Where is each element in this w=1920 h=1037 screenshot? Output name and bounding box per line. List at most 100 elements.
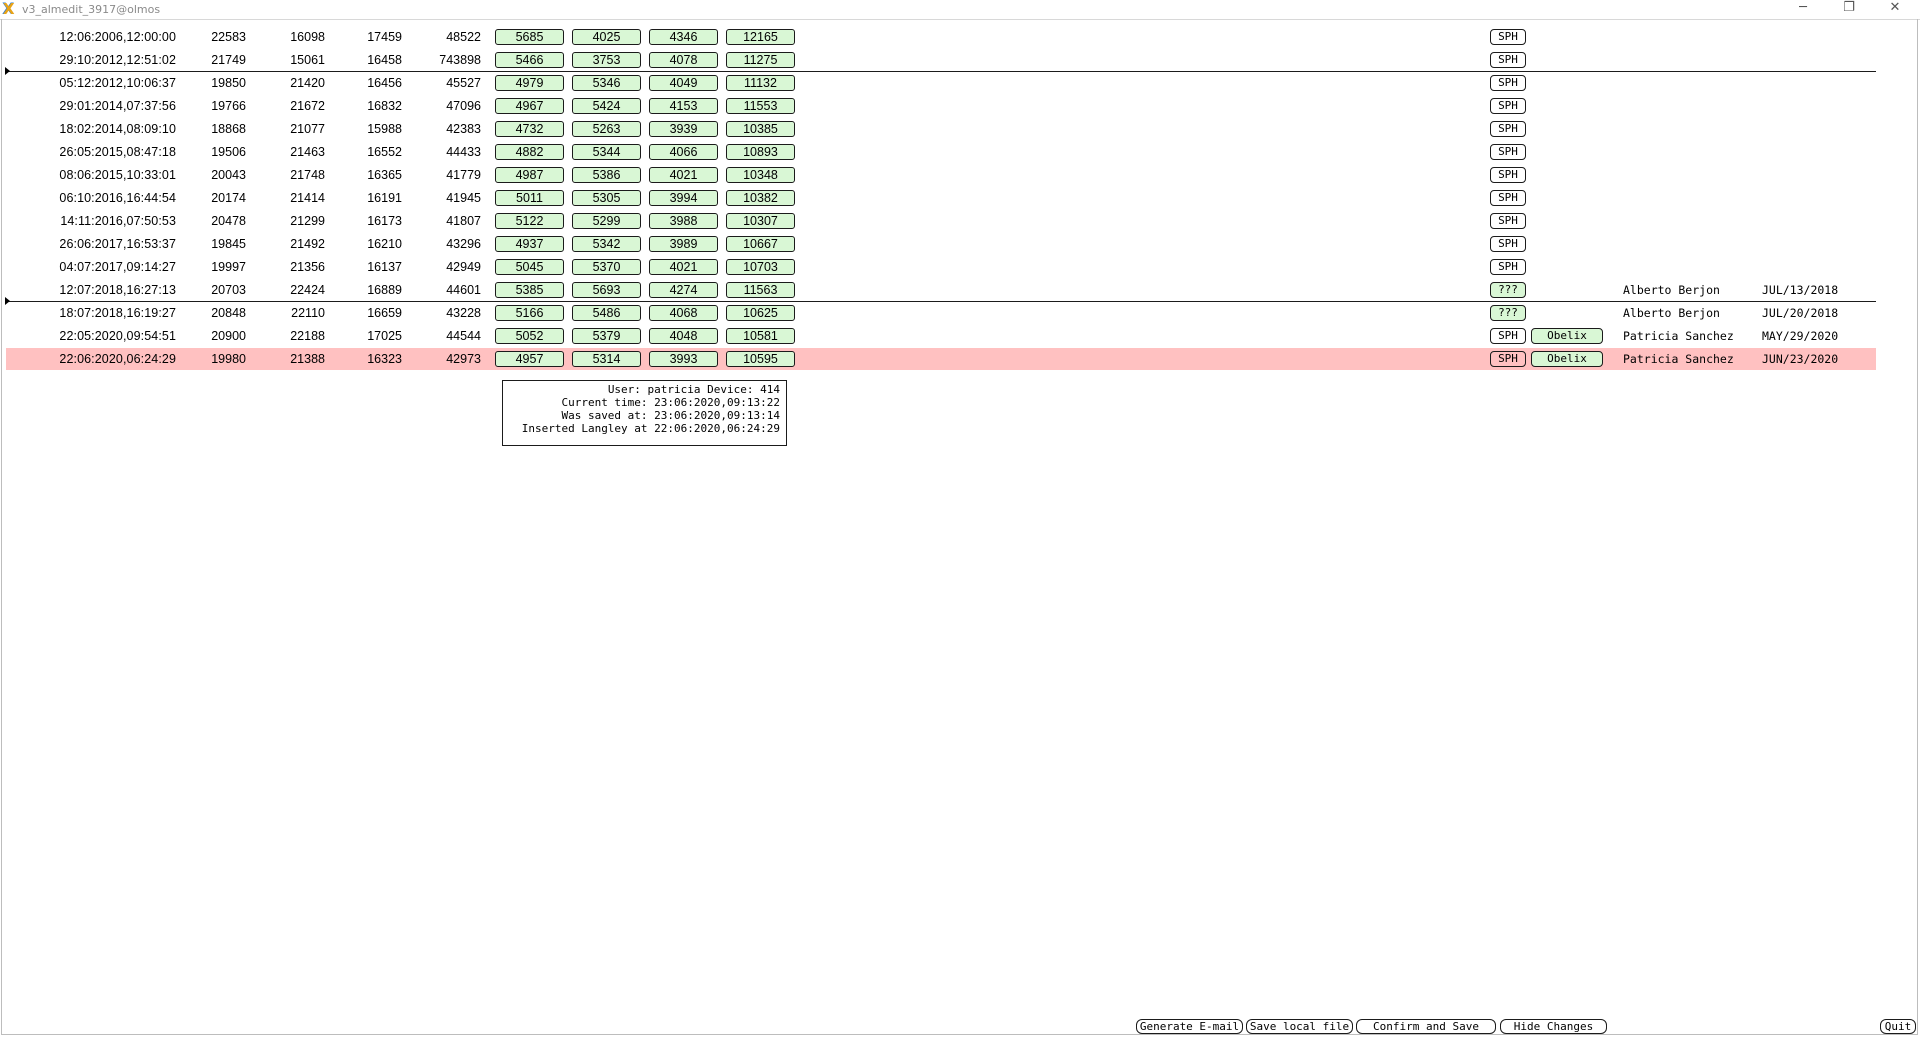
- channel-3-button[interactable]: 4153: [649, 98, 718, 114]
- channel-3-button[interactable]: 4068: [649, 305, 718, 321]
- table-row[interactable]: 08:06:2015,10:33:01 20043 21748 16365 41779 4…: [6, 164, 1876, 186]
- obelix-button[interactable]: Obelix: [1531, 351, 1603, 367]
- table-row[interactable]: 18:07:2018,16:19:27 20848 22110 16659 43228 5…: [6, 302, 1876, 324]
- sph-button[interactable]: SPH: [1490, 328, 1526, 344]
- channel-4-button[interactable]: 12165: [726, 29, 795, 45]
- channel-1-button[interactable]: 5466: [495, 52, 564, 68]
- channel-3-button[interactable]: 4066: [649, 144, 718, 160]
- channel-4-button[interactable]: 11563: [726, 282, 795, 298]
- sph-button[interactable]: SPH: [1490, 259, 1526, 275]
- sph-button[interactable]: SPH: [1490, 98, 1526, 114]
- channel-3-button[interactable]: 3988: [649, 213, 718, 229]
- channel-4-button[interactable]: 11132: [726, 75, 795, 91]
- channel-4-button[interactable]: 11553: [726, 98, 795, 114]
- channel-4-button[interactable]: 10385: [726, 121, 795, 137]
- restore-icon[interactable]: ❐: [1826, 0, 1872, 18]
- close-icon[interactable]: ✕: [1872, 0, 1918, 18]
- table-row[interactable]: 29:01:2014,07:37:56 19766 21672 16832 47096 4…: [6, 95, 1876, 117]
- channel-2-button[interactable]: 5305: [572, 190, 641, 206]
- channel-1-button[interactable]: 5685: [495, 29, 564, 45]
- table-row[interactable]: 05:12:2012,10:06:37 19850 21420 16456 45527 4…: [6, 72, 1876, 94]
- sph-button[interactable]: SPH: [1490, 144, 1526, 160]
- channel-4-button[interactable]: 10667: [726, 236, 795, 252]
- channel-1-button[interactable]: 5385: [495, 282, 564, 298]
- channel-2-button[interactable]: 5370: [572, 259, 641, 275]
- table-row[interactable]: 22:05:2020,09:54:51 20900 22188 17025 44544 5…: [6, 325, 1876, 347]
- sph-button[interactable]: ???: [1490, 282, 1526, 298]
- channel-2-button[interactable]: 5693: [572, 282, 641, 298]
- table-row[interactable]: 12:06:2006,12:00:00 22583 16098 17459 48522 5…: [6, 26, 1876, 48]
- channel-3-button[interactable]: 4078: [649, 52, 718, 68]
- channel-3-button[interactable]: 4048: [649, 328, 718, 344]
- sph-button[interactable]: ???: [1490, 305, 1526, 321]
- table-row[interactable]: 26:05:2015,08:47:18 19506 21463 16552 44433 4…: [6, 141, 1876, 163]
- channel-3-button[interactable]: 3939: [649, 121, 718, 137]
- channel-1-button[interactable]: 4987: [495, 167, 564, 183]
- channel-4-button[interactable]: 10581: [726, 328, 795, 344]
- table-row[interactable]: 04:07:2017,09:14:27 19997 21356 16137 42949 5…: [6, 256, 1876, 278]
- confirm-and-save-button[interactable]: Confirm and Save: [1356, 1019, 1496, 1034]
- channel-3-button[interactable]: 3994: [649, 190, 718, 206]
- channel-1-button[interactable]: 4957: [495, 351, 564, 367]
- channel-1-button[interactable]: 5052: [495, 328, 564, 344]
- channel-1-button[interactable]: 5166: [495, 305, 564, 321]
- channel-2-button[interactable]: 3753: [572, 52, 641, 68]
- channel-1-button[interactable]: 4967: [495, 98, 564, 114]
- table-row[interactable]: 12:07:2018,16:27:13 20703 22424 16889 44601 5…: [6, 279, 1876, 301]
- table-row[interactable]: 06:10:2016,16:44:54 20174 21414 16191 41945 5…: [6, 187, 1876, 209]
- sph-button[interactable]: SPH: [1490, 75, 1526, 91]
- channel-2-button[interactable]: 5424: [572, 98, 641, 114]
- channel-2-button[interactable]: 5344: [572, 144, 641, 160]
- table-row[interactable]: 22:06:2020,06:24:29 19980 21388 16323 42973 4…: [6, 348, 1876, 370]
- channel-3-button[interactable]: 4049: [649, 75, 718, 91]
- sph-button[interactable]: SPH: [1490, 213, 1526, 229]
- sph-button[interactable]: SPH: [1490, 52, 1526, 68]
- quit-button[interactable]: Quit: [1880, 1019, 1916, 1034]
- channel-1-button[interactable]: 5045: [495, 259, 564, 275]
- sph-button[interactable]: SPH: [1490, 121, 1526, 137]
- channel-1-button[interactable]: 5011: [495, 190, 564, 206]
- channel-3-button[interactable]: 4021: [649, 259, 718, 275]
- sph-button[interactable]: SPH: [1490, 236, 1526, 252]
- channel-2-button[interactable]: 5263: [572, 121, 641, 137]
- channel-4-button[interactable]: 10703: [726, 259, 795, 275]
- generate-email-button[interactable]: Generate E-mail: [1136, 1019, 1243, 1034]
- channel-2-button[interactable]: 5486: [572, 305, 641, 321]
- sph-button[interactable]: SPH: [1490, 167, 1526, 183]
- channel-4-button[interactable]: 10307: [726, 213, 795, 229]
- channel-2-button[interactable]: 5342: [572, 236, 641, 252]
- channel-2-button[interactable]: 5314: [572, 351, 641, 367]
- channel-2-button[interactable]: 5346: [572, 75, 641, 91]
- table-row[interactable]: 29:10:2012,12:51:02 21749 15061 16458 743898…: [6, 49, 1876, 71]
- channel-4-button[interactable]: 10625: [726, 305, 795, 321]
- channel-2-button[interactable]: 4025: [572, 29, 641, 45]
- minimize-icon[interactable]: ─: [1780, 0, 1826, 18]
- channel-1-button[interactable]: 5122: [495, 213, 564, 229]
- channel-2-button[interactable]: 5386: [572, 167, 641, 183]
- channel-2-button[interactable]: 5379: [572, 328, 641, 344]
- sph-button[interactable]: SPH: [1490, 190, 1526, 206]
- channel-4-button[interactable]: 10595: [726, 351, 795, 367]
- sph-button[interactable]: SPH: [1490, 29, 1526, 45]
- channel-3-button[interactable]: 4021: [649, 167, 718, 183]
- table-row[interactable]: 26:06:2017,16:53:37 19845 21492 16210 43296 4…: [6, 233, 1876, 255]
- channel-3-button[interactable]: 3993: [649, 351, 718, 367]
- channel-3-button[interactable]: 4346: [649, 29, 718, 45]
- channel-1-button[interactable]: 4882: [495, 144, 564, 160]
- channel-4-button[interactable]: 10893: [726, 144, 795, 160]
- channel-3-button[interactable]: 3989: [649, 236, 718, 252]
- hide-changes-button[interactable]: Hide Changes: [1500, 1019, 1607, 1034]
- table-row[interactable]: 14:11:2016,07:50:53 20478 21299 16173 41807 5…: [6, 210, 1876, 232]
- channel-1-button[interactable]: 4979: [495, 75, 564, 91]
- table-row[interactable]: 18:02:2014,08:09:10 18868 21077 15988 42383 4…: [6, 118, 1876, 140]
- save-local-file-button[interactable]: Save local file: [1246, 1019, 1353, 1034]
- channel-4-button[interactable]: 11275: [726, 52, 795, 68]
- sph-button[interactable]: SPH: [1490, 351, 1526, 367]
- channel-2-button[interactable]: 5299: [572, 213, 641, 229]
- channel-4-button[interactable]: 10348: [726, 167, 795, 183]
- channel-1-button[interactable]: 4937: [495, 236, 564, 252]
- channel-4-button[interactable]: 10382: [726, 190, 795, 206]
- channel-3-button[interactable]: 4274: [649, 282, 718, 298]
- channel-1-button[interactable]: 4732: [495, 121, 564, 137]
- obelix-button[interactable]: Obelix: [1531, 328, 1603, 344]
